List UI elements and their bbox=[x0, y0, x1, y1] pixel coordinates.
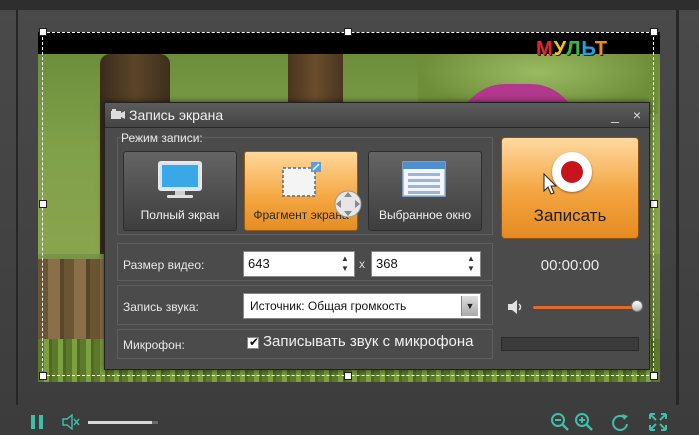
resize-handle-top-left[interactable] bbox=[39, 28, 47, 36]
resize-handle-bottom-left[interactable] bbox=[39, 372, 47, 380]
player-volume-slider[interactable] bbox=[88, 421, 158, 424]
fullscreen-icon[interactable] bbox=[648, 412, 668, 432]
minimize-button[interactable]: _ bbox=[605, 105, 625, 125]
width-value: 643 bbox=[248, 256, 270, 271]
resize-handle-bottom[interactable] bbox=[344, 372, 352, 380]
pause-icon[interactable] bbox=[30, 415, 44, 429]
record-mode-label: Режим записи: bbox=[121, 131, 203, 145]
rotate-icon[interactable] bbox=[610, 412, 630, 432]
dialog-title-bar[interactable]: Запись экрана _ × bbox=[105, 103, 649, 128]
zoom-in-icon[interactable] bbox=[574, 412, 594, 432]
width-stepper-arrows[interactable]: ▲ ▼ bbox=[340, 254, 350, 274]
microphone-level-meter bbox=[501, 337, 639, 351]
dialog-title: Запись экрана bbox=[129, 107, 224, 123]
record-timer: 00:00:00 bbox=[540, 257, 600, 274]
speaker-icon[interactable] bbox=[507, 299, 525, 315]
mode-window-label: Выбранное окно bbox=[378, 208, 471, 222]
frame-left-border bbox=[16, 10, 18, 405]
resize-handle-top-right[interactable] bbox=[650, 28, 658, 36]
camera-icon bbox=[111, 109, 125, 119]
record-button[interactable]: Записать bbox=[501, 137, 639, 239]
volume-slider-track[interactable] bbox=[533, 306, 633, 309]
record-dot bbox=[561, 161, 583, 183]
mute-icon[interactable] bbox=[62, 414, 80, 430]
close-button[interactable]: × bbox=[627, 105, 647, 125]
monitor-icon bbox=[158, 161, 202, 198]
record-icon bbox=[552, 152, 592, 192]
zoom-out-icon[interactable] bbox=[550, 412, 570, 432]
resize-handle-top[interactable] bbox=[344, 28, 352, 36]
fragment-icon bbox=[282, 162, 321, 197]
volume-slider-handle[interactable] bbox=[631, 300, 643, 312]
height-stepper-arrows[interactable]: ▲ ▼ bbox=[466, 254, 476, 274]
player-volume-fill bbox=[88, 421, 152, 424]
chevron-down-icon[interactable]: ▼ bbox=[461, 296, 478, 316]
width-stepper[interactable]: 643 ▲ ▼ bbox=[243, 251, 355, 277]
screen-record-dialog: Запись экрана _ × Режим записи: Полный э… bbox=[104, 102, 650, 370]
microphone-checkbox-label[interactable]: Записывать звук с микрофона bbox=[263, 333, 474, 350]
audio-source-value: Источник: Общая громкость bbox=[250, 299, 407, 313]
check-icon: ✔ bbox=[249, 335, 260, 349]
size-separator: x bbox=[359, 257, 365, 271]
microphone-checkbox[interactable]: ✔ bbox=[247, 335, 260, 349]
player-top-bar bbox=[0, 0, 699, 10]
move-cursor-icon bbox=[334, 190, 362, 218]
audio-label: Запись звука: bbox=[123, 300, 199, 314]
mode-window-button[interactable]: Выбранное окно bbox=[368, 151, 482, 231]
frame-right-border bbox=[676, 10, 679, 405]
resize-handle-right[interactable] bbox=[650, 200, 658, 208]
audio-source-select[interactable]: Источник: Общая громкость ▼ bbox=[243, 293, 481, 319]
window-icon bbox=[402, 161, 446, 197]
resize-handle-left[interactable] bbox=[39, 200, 47, 208]
resize-handle-bottom-right[interactable] bbox=[650, 372, 658, 380]
mode-full-screen-button[interactable]: Полный экран bbox=[123, 151, 237, 231]
height-stepper[interactable]: 368 ▲ ▼ bbox=[371, 251, 481, 277]
microphone-label: Микрофон: bbox=[123, 338, 185, 352]
record-button-label: Записать bbox=[533, 206, 607, 225]
video-size-label: Размер видео: bbox=[123, 258, 205, 272]
mode-full-screen-label: Полный экран bbox=[140, 208, 220, 222]
height-value: 368 bbox=[376, 256, 398, 271]
mouse-cursor-icon bbox=[543, 173, 557, 195]
